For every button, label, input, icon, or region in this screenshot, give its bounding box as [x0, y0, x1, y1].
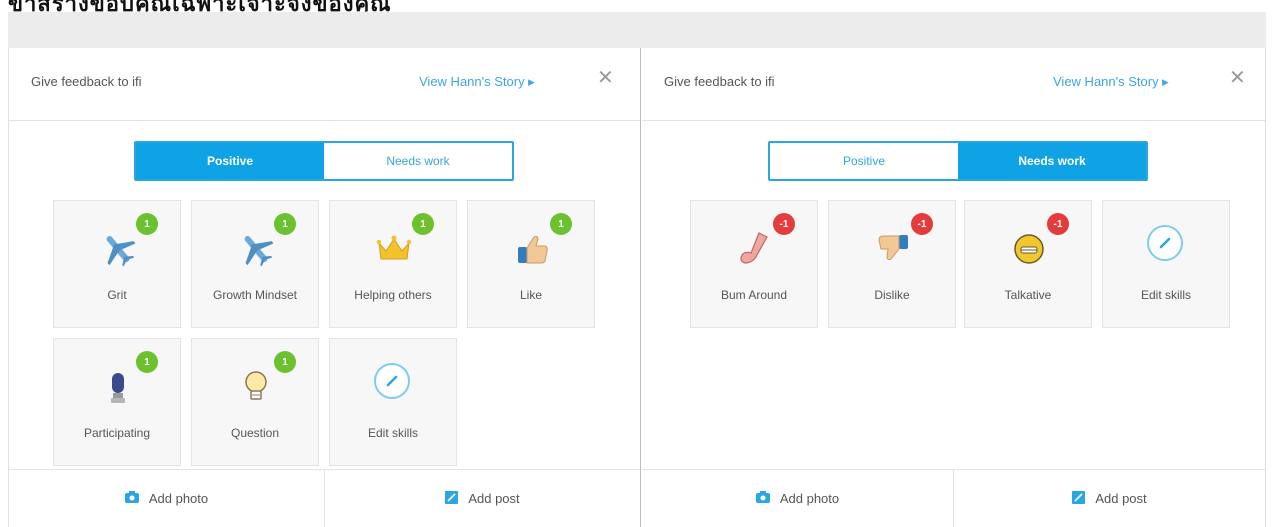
feedback-panel-positive: Give feedback to ifi View Hann's Story ▸… — [8, 48, 641, 527]
skill-card-question[interactable]: 1 Question — [191, 338, 319, 466]
skill-card-grit[interactable]: 1 Grit — [53, 200, 181, 328]
skill-label: Edit skills — [367, 426, 418, 440]
talkative-face-icon — [1009, 229, 1049, 269]
skill-label: Like — [519, 288, 542, 302]
skill-label: Dislike — [874, 288, 910, 302]
edit-skills-card[interactable]: Edit skills — [329, 338, 457, 466]
pencil-icon — [1147, 225, 1183, 261]
positive-count-badge: 1 — [274, 351, 296, 373]
edit-skills-card[interactable]: Edit skills — [1102, 200, 1230, 328]
positive-tab[interactable]: Positive — [136, 143, 324, 179]
skill-card-participating[interactable]: 1 Participating — [53, 338, 181, 466]
skill-label: Edit skills — [1140, 288, 1191, 302]
add-photo-button[interactable]: Add photo — [642, 470, 953, 527]
skill-card-growth-mindset[interactable]: 1 Growth Mindset — [191, 200, 319, 328]
add-post-label: Add post — [1095, 491, 1147, 506]
feedback-type-toggle: Positive Needs work — [768, 141, 1148, 181]
panel-header: Give feedback to ifi View Hann's Story ▸… — [9, 48, 640, 121]
panel-title: Give feedback to ifi — [31, 74, 142, 89]
skill-label: Grit — [107, 288, 127, 302]
feedback-panel-needs-work: Give feedback to ifi View Hann's Story ▸… — [642, 48, 1266, 527]
add-photo-button[interactable]: Add photo — [9, 470, 324, 527]
skill-card-helping-others[interactable]: 1 Helping others — [329, 200, 457, 328]
thumbs-up-icon — [512, 229, 552, 269]
positive-count-badge: 1 — [136, 351, 158, 373]
skill-card-bum-around[interactable]: -1 Bum Around — [690, 200, 818, 328]
add-photo-label: Add photo — [148, 491, 209, 506]
camera-icon — [124, 491, 139, 506]
thumbs-down-icon — [873, 229, 913, 269]
edit-icon — [1072, 490, 1086, 507]
skill-label: Question — [230, 426, 280, 440]
add-photo-label: Add photo — [779, 491, 840, 506]
panel-footer: Add photo Add post — [9, 469, 640, 527]
view-story-link[interactable]: View Hann's Story ▸ — [419, 74, 535, 90]
skill-label: Participating — [83, 426, 151, 440]
positive-count-badge: 1 — [412, 213, 434, 235]
add-post-button[interactable]: Add post — [953, 470, 1265, 527]
microphone-icon — [98, 367, 138, 407]
positive-count-badge: 1 — [274, 213, 296, 235]
negative-count-badge: -1 — [911, 213, 933, 235]
top-gray-band — [8, 12, 1266, 48]
edit-icon — [445, 490, 459, 507]
panel-footer: Add photo Add post — [642, 469, 1265, 527]
add-post-button[interactable]: Add post — [324, 470, 640, 527]
negative-count-badge: -1 — [1047, 213, 1069, 235]
crown-icon — [374, 229, 414, 269]
skill-card-talkative[interactable]: -1 Talkative — [964, 200, 1092, 328]
feedback-type-toggle: Positive Needs work — [134, 141, 514, 181]
close-icon[interactable]: ✕ — [1229, 68, 1246, 88]
positive-tab[interactable]: Positive — [770, 143, 958, 179]
camera-icon — [755, 491, 770, 506]
view-story-link[interactable]: View Hann's Story ▸ — [1053, 74, 1169, 90]
airplane-icon — [236, 229, 276, 269]
top-caption: ข้าสร้างขอบคุณเฉพาะเจาะจงของคุณ — [8, 0, 392, 17]
sock-icon — [735, 229, 775, 269]
skill-label: Growth Mindset — [212, 288, 298, 302]
add-post-label: Add post — [468, 491, 520, 506]
positive-count-badge: 1 — [136, 213, 158, 235]
needs-work-tab[interactable]: Needs work — [958, 143, 1146, 179]
skill-label: Helping others — [354, 288, 432, 302]
positive-count-badge: 1 — [550, 213, 572, 235]
negative-count-badge: -1 — [773, 213, 795, 235]
needs-work-tab[interactable]: Needs work — [324, 143, 512, 179]
panel-header: Give feedback to ifi View Hann's Story ▸… — [642, 48, 1265, 121]
close-icon[interactable]: ✕ — [597, 68, 614, 88]
panel-title: Give feedback to ifi — [664, 74, 775, 89]
skill-label: Talkative — [1004, 288, 1052, 302]
pencil-icon — [374, 363, 410, 399]
skill-label: Bum Around — [720, 288, 788, 302]
skill-card-like[interactable]: 1 Like — [467, 200, 595, 328]
lightbulb-icon — [236, 367, 276, 407]
airplane-icon — [98, 229, 138, 269]
skill-card-dislike[interactable]: -1 Dislike — [828, 200, 956, 328]
